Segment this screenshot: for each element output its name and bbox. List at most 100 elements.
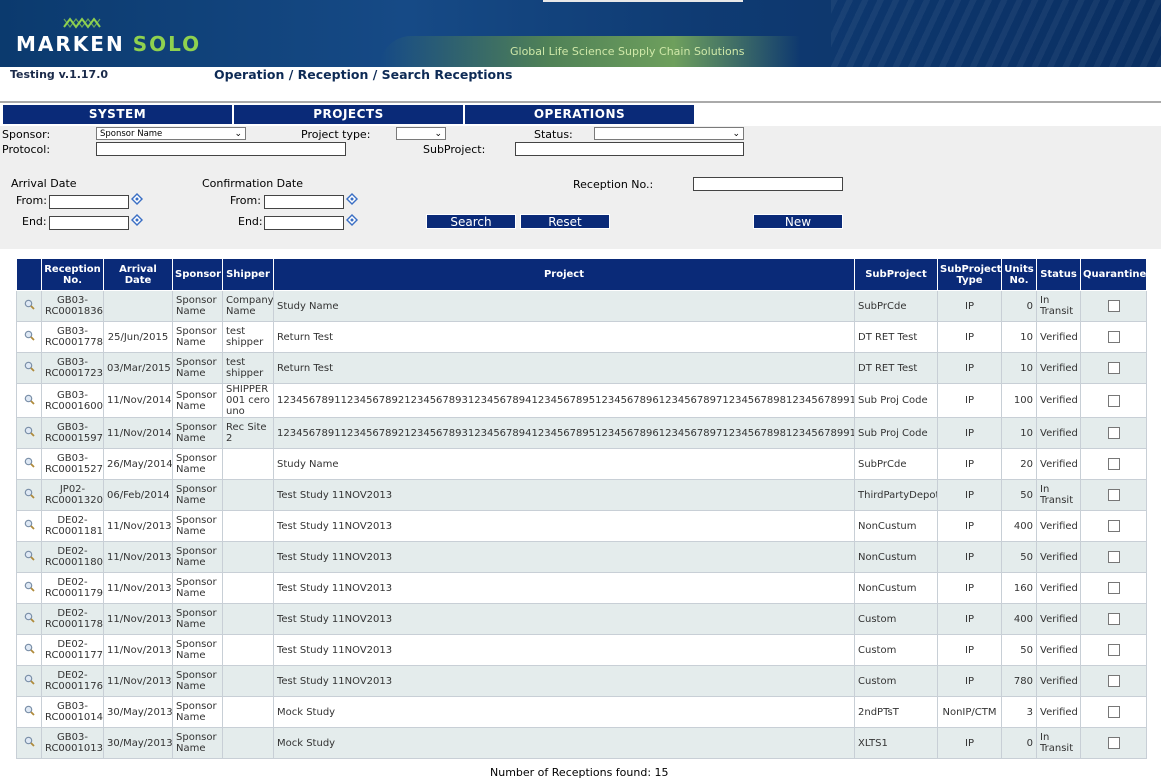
header-sponsor[interactable]: Sponsor bbox=[172, 258, 223, 291]
cell-view[interactable] bbox=[16, 290, 42, 322]
header-shipper[interactable]: Shipper bbox=[222, 258, 274, 291]
table-row[interactable]: DE02-RC0001176 11/Nov/2013 Sponsor Name Tes… bbox=[16, 665, 1147, 697]
menu-operations[interactable]: OPERATIONS bbox=[465, 105, 696, 124]
table-row[interactable]: GB03-RC0001723 03/Mar/2015 Sponsor Name tes… bbox=[16, 352, 1147, 384]
cell-view[interactable] bbox=[16, 352, 42, 384]
cell-sponsor: Sponsor Name bbox=[172, 290, 223, 322]
magnifier-icon[interactable] bbox=[24, 736, 35, 747]
table-row[interactable]: DE02-RC0001177 11/Nov/2013 Sponsor Name Tes… bbox=[16, 634, 1147, 666]
header-arrival-date[interactable]: Arrival Date bbox=[103, 258, 173, 291]
cell-shipper: test shipper bbox=[222, 321, 274, 353]
calendar-icon[interactable] bbox=[131, 214, 143, 226]
cell-shipper: Company Name bbox=[222, 290, 274, 322]
quarantine-checkbox[interactable] bbox=[1107, 706, 1120, 718]
magnifier-icon[interactable] bbox=[24, 488, 35, 499]
magnifier-icon[interactable] bbox=[24, 426, 35, 437]
cell-view[interactable] bbox=[16, 479, 42, 511]
magnifier-icon[interactable] bbox=[24, 361, 35, 372]
reception-no-input[interactable] bbox=[693, 177, 843, 191]
project-type-select[interactable]: ⌄ bbox=[396, 127, 446, 140]
table-row[interactable]: JP02-RC0001320 06/Feb/2014 Sponsor Name Tes… bbox=[16, 479, 1147, 511]
cell-view[interactable] bbox=[16, 727, 42, 759]
cell-arrival-date: 11/Nov/2013 bbox=[103, 603, 173, 635]
cell-view[interactable] bbox=[16, 448, 42, 480]
magnifier-icon[interactable] bbox=[24, 674, 35, 685]
table-row[interactable]: GB03-RC0001778 25/Jun/2015 Sponsor Name tes… bbox=[16, 321, 1147, 353]
cell-project: Test Study 11NOV2013 bbox=[273, 572, 855, 604]
table-row[interactable]: GB03-RC0001013 30/May/2013 Sponsor Name Moc… bbox=[16, 727, 1147, 759]
table-row[interactable]: DE02-RC0001181 11/Nov/2013 Sponsor Name Tes… bbox=[16, 510, 1147, 542]
cell-view[interactable] bbox=[16, 417, 42, 449]
header-quarantine[interactable]: Quarantine bbox=[1080, 258, 1147, 291]
magnifier-icon[interactable] bbox=[24, 705, 35, 716]
magnifier-icon[interactable] bbox=[24, 612, 35, 623]
calendar-icon[interactable] bbox=[346, 214, 358, 226]
quarantine-checkbox[interactable] bbox=[1107, 551, 1120, 563]
magnifier-icon[interactable] bbox=[24, 330, 35, 341]
quarantine-checkbox[interactable] bbox=[1107, 675, 1120, 687]
table-row[interactable]: DE02-RC0001180 11/Nov/2013 Sponsor Name Tes… bbox=[16, 541, 1147, 573]
header-status[interactable]: Status bbox=[1036, 258, 1081, 291]
cell-view[interactable] bbox=[16, 510, 42, 542]
quarantine-checkbox[interactable] bbox=[1107, 362, 1120, 374]
magnifier-icon[interactable] bbox=[24, 643, 35, 654]
protocol-input[interactable] bbox=[96, 142, 346, 156]
quarantine-checkbox[interactable] bbox=[1107, 582, 1120, 594]
magnifier-icon[interactable] bbox=[24, 299, 35, 310]
header-units-no[interactable]: Units No. bbox=[1001, 258, 1037, 291]
header-subproject[interactable]: SubProject bbox=[854, 258, 938, 291]
calendar-icon[interactable] bbox=[131, 193, 143, 205]
cell-view[interactable] bbox=[16, 696, 42, 728]
cell-project: 1234567891123456789212345678931234567894… bbox=[273, 417, 855, 449]
quarantine-checkbox[interactable] bbox=[1107, 300, 1120, 312]
magnifier-icon[interactable] bbox=[24, 394, 35, 405]
quarantine-checkbox[interactable] bbox=[1107, 737, 1120, 749]
cell-view[interactable] bbox=[16, 383, 42, 418]
quarantine-checkbox[interactable] bbox=[1107, 331, 1120, 343]
table-row[interactable]: GB03-RC0001600 11/Nov/2014 Sponsor Name SHI… bbox=[16, 383, 1147, 418]
quarantine-checkbox[interactable] bbox=[1107, 489, 1120, 501]
quarantine-checkbox[interactable] bbox=[1107, 458, 1120, 470]
cell-view[interactable] bbox=[16, 572, 42, 604]
table-row[interactable]: DE02-RC0001179 11/Nov/2013 Sponsor Name Tes… bbox=[16, 572, 1147, 604]
magnifier-icon[interactable] bbox=[24, 581, 35, 592]
reset-button[interactable]: Reset bbox=[520, 214, 610, 229]
menu-system[interactable]: SYSTEM bbox=[3, 105, 234, 124]
cell-view[interactable] bbox=[16, 321, 42, 353]
header-project[interactable]: Project bbox=[273, 258, 855, 291]
status-select[interactable]: ⌄ bbox=[594, 127, 744, 140]
new-button[interactable]: New bbox=[753, 214, 843, 229]
cell-view[interactable] bbox=[16, 634, 42, 666]
cell-view[interactable] bbox=[16, 603, 42, 635]
magnifier-icon[interactable] bbox=[24, 457, 35, 468]
calendar-icon[interactable] bbox=[346, 193, 358, 205]
cell-units-no: 100 bbox=[1001, 383, 1037, 418]
cell-view[interactable] bbox=[16, 665, 42, 697]
cell-status: In Transit bbox=[1036, 290, 1081, 322]
menu-projects[interactable]: PROJECTS bbox=[234, 105, 465, 124]
arrival-from-input[interactable] bbox=[49, 195, 129, 209]
header-reception-no[interactable]: Reception No. bbox=[41, 258, 104, 291]
table-row[interactable]: GB03-RC0001014 30/May/2013 Sponsor Name Moc… bbox=[16, 696, 1147, 728]
table-row[interactable]: GB03-RC0001527 26/May/2014 Sponsor Name Stu… bbox=[16, 448, 1147, 480]
quarantine-checkbox[interactable] bbox=[1107, 394, 1120, 407]
sponsor-select[interactable]: Sponsor Name ⌄ bbox=[96, 127, 246, 140]
quarantine-checkbox[interactable] bbox=[1107, 644, 1120, 656]
quarantine-checkbox[interactable] bbox=[1107, 427, 1120, 439]
confirmation-from-input[interactable] bbox=[264, 195, 344, 209]
header-subproject-type[interactable]: SubProject Type bbox=[937, 258, 1002, 291]
subproject-input[interactable] bbox=[515, 142, 744, 156]
cell-view[interactable] bbox=[16, 541, 42, 573]
table-row[interactable]: GB03-RC0001836 Sponsor Name Company Name St… bbox=[16, 290, 1147, 322]
magnifier-icon[interactable] bbox=[24, 519, 35, 530]
confirmation-end-input[interactable] bbox=[264, 216, 344, 230]
magnifier-icon[interactable] bbox=[24, 550, 35, 561]
table-row[interactable]: DE02-RC0001178 11/Nov/2013 Sponsor Name Tes… bbox=[16, 603, 1147, 635]
table-row[interactable]: GB03-RC0001597 11/Nov/2014 Sponsor Name Rec… bbox=[16, 417, 1147, 449]
search-button[interactable]: Search bbox=[426, 214, 516, 229]
arrival-end-input[interactable] bbox=[49, 216, 129, 230]
quarantine-checkbox[interactable] bbox=[1107, 613, 1120, 625]
cell-project: Mock Study bbox=[273, 696, 855, 728]
quarantine-checkbox[interactable] bbox=[1107, 520, 1120, 532]
cell-subproject: Custom bbox=[854, 634, 938, 666]
